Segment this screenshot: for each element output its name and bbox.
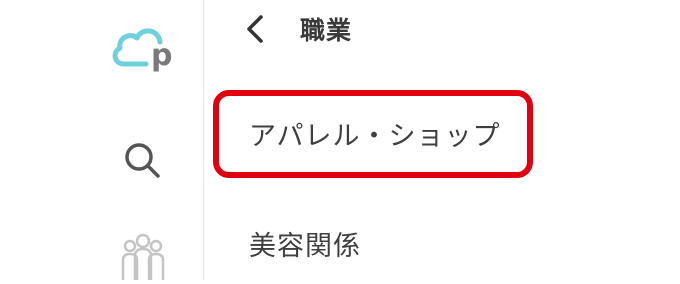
- list-item-beauty[interactable]: 美容関係: [205, 210, 680, 280]
- app-logo[interactable]: p: [110, 22, 180, 74]
- people-button[interactable]: [117, 232, 169, 280]
- chevron-left-icon: [241, 12, 271, 46]
- main-panel: 職業 アパレル・ショップ 美容関係: [205, 0, 680, 280]
- header: 職業: [205, 0, 680, 60]
- search-button[interactable]: [120, 138, 164, 182]
- list-item-label: 美容関係: [249, 224, 361, 263]
- search-icon: [120, 138, 164, 182]
- back-button[interactable]: [241, 12, 271, 46]
- list-item-apparel-shop[interactable]: アパレル・ショップ: [205, 98, 680, 168]
- list-item-label: アパレル・ショップ: [249, 114, 500, 153]
- sidebar: p: [0, 0, 204, 280]
- people-icon: [117, 232, 169, 280]
- logo-letter: p: [151, 38, 172, 73]
- page-title: 職業: [300, 11, 352, 47]
- cloud-logo-icon: p: [110, 22, 180, 74]
